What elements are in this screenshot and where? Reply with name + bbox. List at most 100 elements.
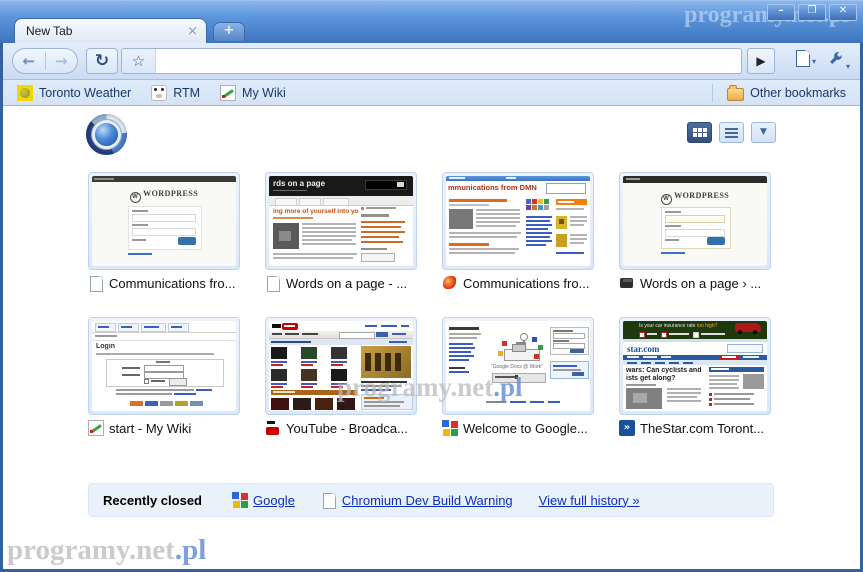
google-favicon-icon (232, 492, 248, 508)
bookmark-my-wiki[interactable]: My Wiki (214, 85, 292, 101)
thumbnail-image-thestar[interactable]: Is your car insurance rate too high? sta… (623, 321, 767, 411)
chromium-logo (86, 114, 127, 155)
wrench-menu-button[interactable]: ▾ (827, 50, 850, 72)
maximize-button[interactable]: ❐ (798, 4, 826, 21)
tab-title: New Tab (26, 24, 187, 38)
view-toggle-buttons: ▼ (687, 122, 776, 143)
minimize-button[interactable]: – (767, 4, 795, 21)
watermark-bottom-left: programy.net.pl (7, 534, 206, 567)
recently-closed-link[interactable]: Chromium Dev Build Warning (342, 493, 513, 508)
close-button[interactable]: ✕ (829, 4, 857, 21)
thumbnail-image-wordpress-login[interactable]: W WORDPRESS (623, 176, 767, 266)
thumbnail-link[interactable] (265, 317, 417, 415)
bookmarks-divider (712, 84, 713, 102)
thumbnail-title: Welcome to Google... (463, 421, 588, 436)
thumbnail-caption-link[interactable]: Communications fro... (442, 275, 594, 291)
thumbnail-title: YouTube - Broadca... (286, 421, 408, 436)
list-view-button[interactable] (719, 122, 744, 143)
most-visited-grid: W WORDPRESS Communications fro... (88, 172, 771, 436)
bookmark-label: Toronto Weather (39, 86, 131, 100)
page-favicon-icon (323, 493, 336, 509)
page-menu-button[interactable]: ▾ (796, 50, 816, 67)
back-button[interactable]: ← (13, 52, 45, 70)
thumbnail-link[interactable]: mmunications from DMN (442, 172, 594, 270)
wrench-icon (827, 50, 844, 72)
thumbnail-image-google-docs[interactable]: "Google Docs @ Work" (446, 321, 590, 411)
window-controls: – ❐ ✕ (767, 4, 857, 21)
thumbnail-title: Words on a page - ... (286, 276, 407, 291)
tab-close-icon[interactable]: × (187, 25, 198, 38)
thumbnail-image-wordpress-login[interactable]: W WORDPRESS (92, 176, 236, 266)
bookmark-label: My Wiki (242, 86, 286, 100)
forward-button[interactable]: → (45, 52, 77, 70)
back-forward-buttons: ← → (12, 48, 78, 74)
thumbnail-caption-link[interactable]: Communications fro... (88, 275, 240, 291)
most-visited-tile: YouTube - Broadca... (265, 317, 417, 436)
thumbnail-link[interactable]: "Google Docs @ Work" (442, 317, 594, 415)
new-tab-page: ▼ W WORDPRESS (3, 106, 860, 569)
thumbnail-link[interactable]: Is your car insurance rate too high? sta… (619, 317, 771, 415)
folder-icon (727, 88, 744, 101)
thumbnail-title: TheStar.com Toront... (640, 421, 764, 436)
recently-closed-chromium-warning[interactable]: Chromium Dev Build Warning (321, 492, 513, 508)
chevron-down-icon: ▾ (846, 62, 850, 72)
thumbnail-caption-link[interactable]: start - My Wiki (88, 420, 240, 436)
most-visited-tile: Login (88, 317, 240, 436)
most-visited-tile: W WORDPRESS Words on a page › ... (619, 172, 771, 291)
wiki-favicon-icon (88, 420, 104, 436)
thumbnail-image-youtube[interactable] (269, 321, 413, 411)
tab-new-tab[interactable]: New Tab × (14, 18, 207, 43)
bookmark-toronto-weather[interactable]: Toronto Weather (11, 85, 137, 101)
thumbnail-title: Communications fro... (463, 276, 589, 291)
chevron-down-icon: ▾ (812, 57, 816, 67)
most-visited-tile: W WORDPRESS Communications fro... (88, 172, 240, 291)
youtube-favicon-icon (265, 420, 281, 436)
collapse-section-button[interactable]: ▼ (751, 122, 776, 143)
grid-icon (693, 128, 707, 137)
go-button[interactable]: ▶ (747, 48, 775, 74)
most-visited-tile: "Google Docs @ Work" (442, 317, 594, 436)
bookmark-rtm[interactable]: RTM (145, 85, 206, 101)
thumbnail-link[interactable]: Login (88, 317, 240, 415)
address-bar-input[interactable] (156, 49, 741, 73)
typewriter-favicon-icon (620, 278, 633, 288)
thumbnail-caption-link[interactable]: YouTube - Broadca... (265, 420, 417, 436)
thumbnail-link[interactable]: W WORDPRESS (619, 172, 771, 270)
thumbnail-image-dmn-blog[interactable]: mmunications from DMN (446, 176, 590, 266)
omnibox: ☆ (121, 48, 742, 74)
bookmark-label: RTM (173, 86, 200, 100)
bookmarks-bar: Toronto Weather RTM My Wiki Other bookma… (3, 80, 860, 106)
most-visited-tile: Is your car insurance rate too high? sta… (619, 317, 771, 436)
chevron-down-icon: ▼ (760, 128, 767, 137)
other-bookmarks-button[interactable]: Other bookmarks (721, 85, 852, 101)
most-visited-tile: rds on a page ing more of yourself into … (265, 172, 417, 291)
thumbnail-caption-link[interactable]: Words on a page › ... (619, 275, 771, 291)
thumbnail-title: start - My Wiki (109, 421, 191, 436)
thumbnail-caption-link[interactable]: Welcome to Google... (442, 420, 594, 436)
navigation-toolbar: ← → ↻ ☆ ▶ ▾ ▾ (3, 43, 860, 80)
thumbnail-title: Words on a page › ... (640, 276, 761, 291)
thumbnail-image-wiki-login[interactable]: Login (92, 321, 236, 411)
dmn-favicon-icon (443, 276, 456, 289)
page-icon (796, 50, 810, 67)
recently-closed-google[interactable]: Google (232, 492, 295, 508)
title-bar: programy.net.pl – ❐ ✕ New Tab × + (0, 0, 863, 43)
bookmark-star-icon[interactable]: ☆ (122, 49, 156, 73)
browser-window: { "window": { "controls": { "minimize": … (0, 0, 863, 572)
page-favicon-icon (90, 276, 103, 292)
star-favicon-icon: » (619, 420, 635, 436)
thumbnail-caption-link[interactable]: Words on a page - ... (265, 275, 417, 291)
recently-closed-bar: Recently closed Google Chromium Dev Buil… (88, 483, 774, 517)
new-tab-button[interactable]: + (213, 22, 245, 41)
recently-closed-link[interactable]: Google (253, 493, 295, 508)
reload-button[interactable]: ↻ (86, 48, 118, 74)
thumbnail-link[interactable]: rds on a page ing more of yourself into … (265, 172, 417, 270)
view-full-history-link[interactable]: View full history » (539, 493, 640, 508)
thumbnail-caption-link[interactable]: » TheStar.com Toront... (619, 420, 771, 436)
thumbnail-link[interactable]: W WORDPRESS (88, 172, 240, 270)
other-bookmarks-label: Other bookmarks (750, 86, 846, 100)
thumbnail-image-words-blog[interactable]: rds on a page ing more of yourself into … (269, 176, 413, 266)
thumbnail-view-button[interactable] (687, 122, 712, 143)
google-favicon-icon (442, 420, 458, 436)
recently-closed-label: Recently closed (103, 493, 202, 508)
